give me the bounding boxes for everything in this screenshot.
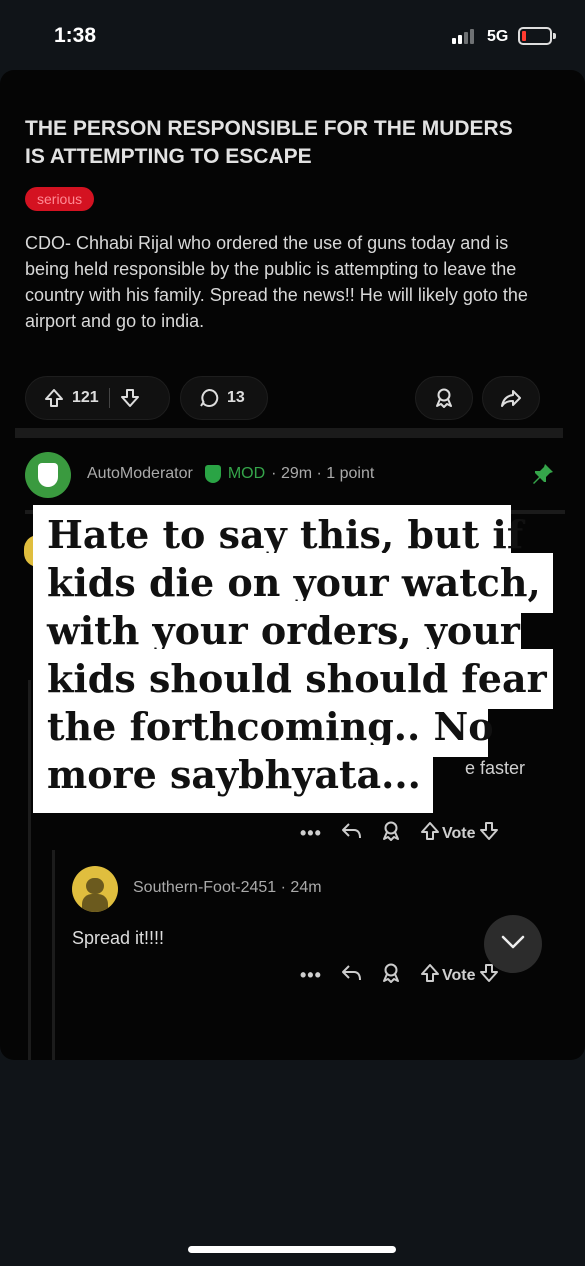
vote-bar: 121 [25, 376, 170, 420]
reply-author[interactable]: Southern-Foot-2451 [133, 879, 276, 896]
automoderator-meta: · 29m · 1 point [271, 465, 375, 482]
more-options-icon[interactable]: ••• [300, 965, 340, 986]
scroll-down-button[interactable] [484, 915, 542, 973]
comment-actions: ••• Vote [300, 820, 499, 847]
comment-count: 13 [227, 389, 245, 406]
network-label: 5G [487, 28, 509, 45]
share-icon [500, 387, 522, 409]
section-divider [15, 428, 563, 438]
status-time: 1:38 [54, 24, 97, 47]
automoderator-avatar[interactable] [25, 452, 71, 498]
reply-text: Spread it!!!! [72, 928, 165, 948]
post-title: THE PERSON RESPONSIBLE FOR THE MUDERS IS… [25, 117, 513, 168]
award-icon[interactable] [380, 962, 420, 989]
reply-actions: ••• Vote [300, 962, 499, 989]
more-options-icon[interactable]: ••• [300, 823, 340, 844]
pin-icon [531, 462, 555, 486]
thread-line [28, 680, 31, 1060]
reply-icon[interactable] [340, 963, 380, 988]
status-bar: 1:38 5G [0, 0, 585, 70]
battery-icon [518, 27, 556, 45]
home-indicator[interactable] [188, 1246, 396, 1253]
post-flair[interactable]: serious [25, 187, 95, 211]
vote-label: Vote [442, 824, 476, 842]
share-button[interactable] [482, 376, 540, 420]
upvote-icon[interactable] [44, 388, 64, 408]
reply-thread-line [52, 850, 55, 1060]
automoderator-name[interactable]: AutoModerator [87, 465, 193, 483]
downvote-icon[interactable] [479, 821, 499, 846]
post-body: CDO- Chhabi Rijal who ordered the use of… [25, 233, 528, 331]
downvote-icon[interactable] [120, 388, 140, 408]
automoderator-comment-header: AutoModerator MOD · 29m · 1 point [25, 452, 555, 498]
signal-icon [452, 28, 478, 44]
upvote-icon[interactable] [420, 963, 440, 988]
award-icon[interactable] [380, 820, 420, 847]
reply-avatar[interactable] [72, 866, 118, 912]
reply-time: · 24m [280, 879, 322, 896]
mod-badge: MOD [227, 465, 266, 482]
award-button[interactable] [415, 376, 473, 420]
caption-line: more saybhyata... [33, 745, 433, 813]
comments-button[interactable]: 13 [180, 376, 268, 420]
award-icon [433, 387, 455, 409]
upvote-count: 121 [72, 389, 99, 406]
comment-icon [199, 388, 219, 408]
vote-label: Vote [442, 966, 476, 984]
chevron-down-icon [501, 935, 525, 954]
reply-icon[interactable] [340, 821, 380, 846]
comment-fragment: e faster [465, 758, 526, 778]
upvote-icon[interactable] [420, 821, 440, 846]
mod-shield-icon [204, 465, 221, 483]
